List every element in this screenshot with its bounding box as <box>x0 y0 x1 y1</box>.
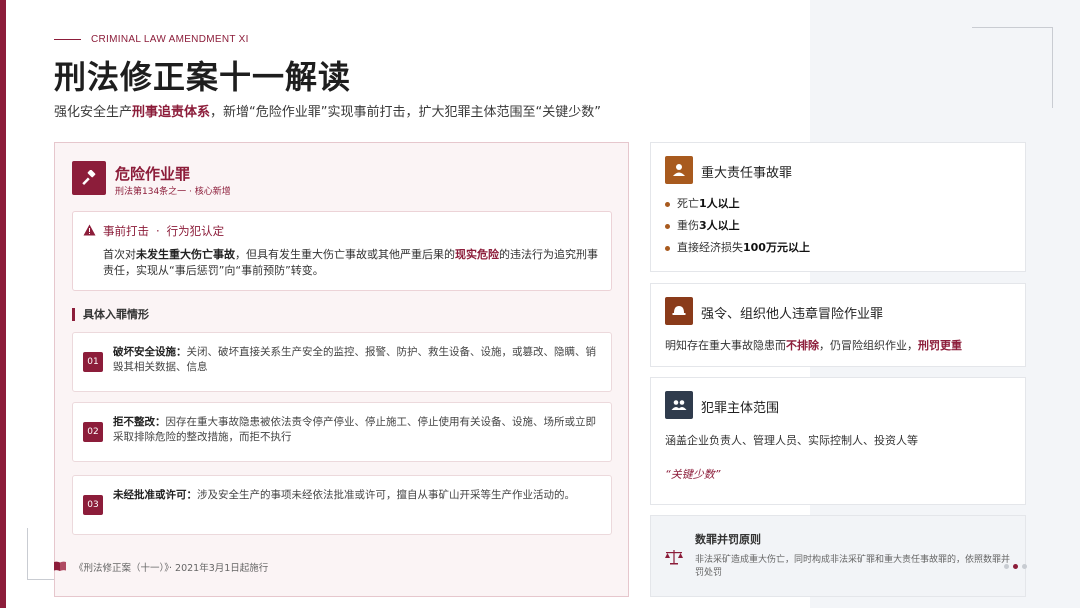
eyebrow: CRIMINAL LAW AMENDMENT XI <box>54 34 249 45</box>
bullet-dot <box>665 201 670 207</box>
warning-text: 首次对未发生重大伤亡事故，但具有发生重大伤亡事故或其他严重后果的现实危险的违法行… <box>103 247 603 279</box>
forced-risk-highlight: 不排除 <box>786 339 819 352</box>
warning-text-bold: 未发生重大伤亡事故 <box>136 248 235 261</box>
combined-punishment-box: 数罪并罚原则 非法采矿造成重大伤亡，同时构成非法采矿罪和重大责任事故罪的，依照数… <box>650 515 1026 597</box>
key-minority-quote: “关键少数” <box>665 468 721 481</box>
warning-heading: 事前打击 · 行为犯认定 <box>83 223 224 239</box>
warning-icon <box>83 224 96 239</box>
people-icon <box>665 391 693 419</box>
principle-title: 数罪并罚原则 <box>695 533 761 546</box>
major-accident-card: 重大责任事故罪 死亡1人以上 重伤3人以上 直接经济损失100万元以上 <box>650 142 1026 272</box>
item-text: 未经批准或许可：涉及安全生产的事项未经依法批准或许可，擅自从事矿山开采等生产作业… <box>113 488 603 503</box>
page-dot[interactable] <box>1004 564 1009 569</box>
subtitle-highlight: 刑事追责体系 <box>132 105 211 120</box>
list-item: 03 未经批准或许可：涉及安全生产的事项未经依法批准或许可，擅自从事矿山开采等生… <box>72 475 612 535</box>
section-title: 具体入罪情形 <box>83 308 149 321</box>
section-bar <box>72 307 75 321</box>
gavel-icon <box>72 161 106 195</box>
card-title: 危险作业罪 <box>115 165 191 183</box>
warning-text-part: 首次对 <box>103 248 136 261</box>
criteria-list: 死亡1人以上 重伤3人以上 直接经济损失100万元以上 <box>665 193 810 259</box>
warning-head-a: 事前打击 <box>103 224 149 238</box>
left-accent-bar <box>0 0 6 608</box>
section-heading: 具体入罪情形 <box>72 306 149 322</box>
book-icon <box>54 561 66 574</box>
criteria-label: 死亡 <box>677 197 699 210</box>
forced-risk-title: 强令、组织他人违章冒险作业罪 <box>701 307 884 322</box>
warning-text-part: ，但具有发生重大伤亡事故或其他严重后果的 <box>235 248 455 261</box>
item-body: 涉及安全生产的事项未经依法批准或许可，擅自从事矿山开采等生产作业活动的。 <box>197 489 575 501</box>
criteria-value: 3人以上 <box>699 219 740 232</box>
forced-risk-card: 强令、组织他人违章冒险作业罪 明知存在重大事故隐患而不排除，仍冒险组织作业，刑罚… <box>650 283 1026 367</box>
subtitle-post: ，新增“危险作业罪”实现事前打击，扩大犯罪主体范围至“关键少数” <box>210 105 601 120</box>
item-number: 02 <box>83 422 103 442</box>
page-title: 刑法修正案十一解读 <box>54 58 352 96</box>
subject-scope-title: 犯罪主体范围 <box>701 401 780 416</box>
principle-text: 非法采矿造成重大伤亡，同时构成非法采矿罪和重大责任事故罪的，依照数罪并罚处罚 <box>695 555 1011 578</box>
forced-risk-text-part: 明知存在重大事故隐患而 <box>665 339 786 352</box>
item-label: 拒不整改： <box>113 416 166 428</box>
worker-icon <box>665 156 693 184</box>
warning-separator: · <box>156 224 160 238</box>
subject-scope-text: 涵盖企业负责人、管理人员、实际控制人、投资人等 <box>665 434 918 447</box>
list-item: 01 破坏安全设施：关闭、破坏直接关系生产安全的监控、报警、防护、救生设备、设施… <box>72 332 612 392</box>
card-subtitle: 刑法第134条之一 · 核心新增 <box>115 187 231 197</box>
list-item: 02 拒不整改：因存在重大事故隐患被依法责令停产停业、停止施工、停止使用有关设备… <box>72 402 612 462</box>
criteria-label: 直接经济损失 <box>677 241 743 254</box>
major-accident-title: 重大责任事故罪 <box>701 166 793 181</box>
warning-box: 事前打击 · 行为犯认定 首次对未发生重大伤亡事故，但具有发生重大伤亡事故或其他… <box>72 211 612 291</box>
dangerous-operation-card: 危险作业罪 刑法第134条之一 · 核心新增 事前打击 · 行为犯认定 首次对未… <box>54 142 629 597</box>
page-dot-active[interactable] <box>1013 564 1018 569</box>
item-number: 03 <box>83 495 103 515</box>
list-item: 直接经济损失100万元以上 <box>665 237 810 259</box>
eyebrow-text: CRIMINAL LAW AMENDMENT XI <box>91 34 249 45</box>
item-label: 破坏安全设施： <box>113 346 187 358</box>
page-subtitle: 强化安全生产刑事追责体系，新增“危险作业罪”实现事前打击，扩大犯罪主体范围至“关… <box>54 101 601 120</box>
item-label: 未经批准或许可： <box>113 489 197 501</box>
footnote: 《刑法修正案（十一）》· 2021年3月1日起施行 <box>54 560 268 574</box>
criteria-label: 重伤 <box>677 219 699 232</box>
scale-icon <box>664 549 684 569</box>
subject-scope-card: 犯罪主体范围 涵盖企业负责人、管理人员、实际控制人、投资人等 “关键少数” <box>650 377 1026 505</box>
criteria-value: 100万元以上 <box>743 241 810 254</box>
item-body: 因存在重大事故隐患被依法责令停产停业、停止施工、停止使用有关设备、设施、场所或立… <box>113 416 596 443</box>
forced-risk-text: 明知存在重大事故隐患而不排除，仍冒险组织作业，刑罚更重 <box>665 337 962 353</box>
bullet-dot <box>665 223 670 229</box>
page-indicator <box>1004 564 1027 569</box>
list-item: 重伤3人以上 <box>665 215 810 237</box>
forced-risk-highlight: 刑罚更重 <box>918 339 962 352</box>
corner-decoration-top-right <box>972 27 1053 108</box>
item-number: 01 <box>83 352 103 372</box>
footnote-text: 《刑法修正案（十一）》· 2021年3月1日起施行 <box>74 563 269 574</box>
criteria-value: 1人以上 <box>699 197 740 210</box>
item-text: 破坏安全设施：关闭、破坏直接关系生产安全的监控、报警、防护、救生设备、设施，或篡… <box>113 345 603 375</box>
forced-risk-text-part: ，仍冒险组织作业， <box>819 339 918 352</box>
bullet-dot <box>665 245 670 251</box>
warning-text-highlight: 现实危险 <box>455 248 499 261</box>
helmet-icon <box>665 297 693 325</box>
page-dot[interactable] <box>1022 564 1027 569</box>
warning-head-b: 行为犯认定 <box>166 224 225 238</box>
item-text: 拒不整改：因存在重大事故隐患被依法责令停产停业、停止施工、停止使用有关设备、设施… <box>113 415 603 445</box>
subtitle-pre: 强化安全生产 <box>54 105 133 120</box>
list-item: 死亡1人以上 <box>665 193 810 215</box>
eyebrow-line <box>54 39 81 40</box>
